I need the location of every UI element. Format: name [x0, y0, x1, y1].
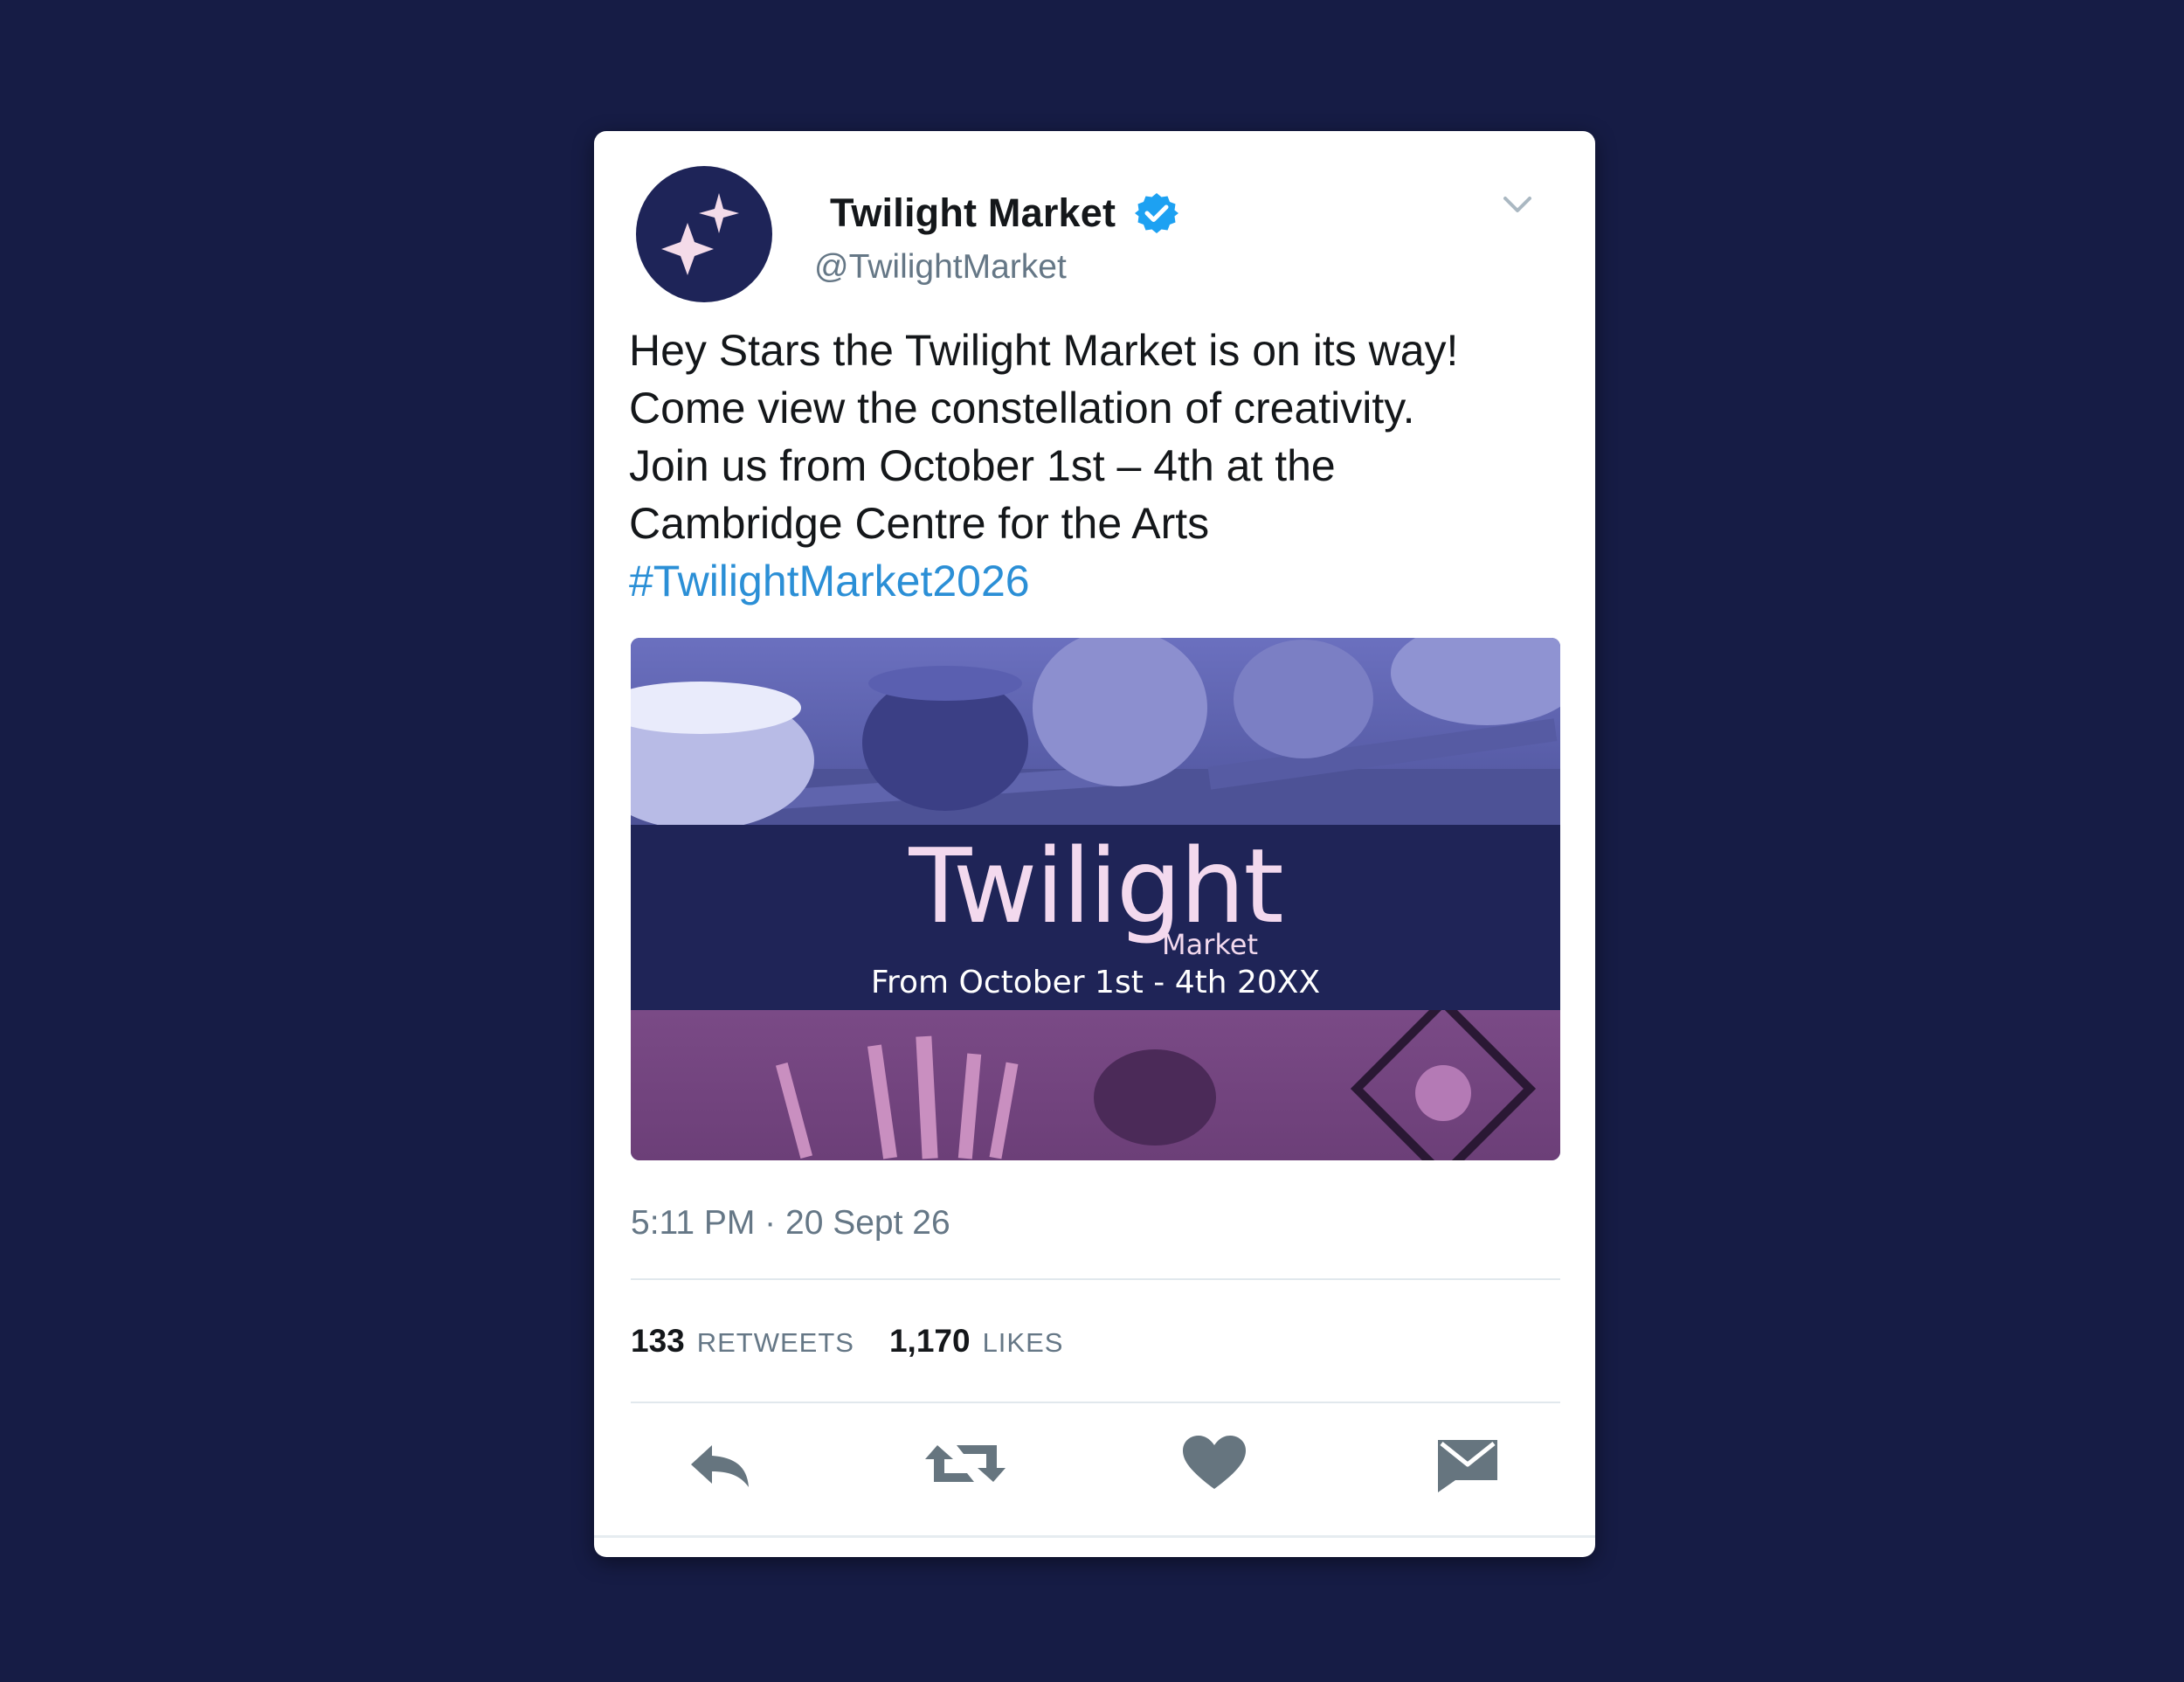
handle[interactable]: @TwilightMarket — [814, 248, 1067, 287]
chevron-down-icon[interactable] — [1498, 185, 1537, 224]
hashtag-link[interactable]: #TwilightMarket2026 — [629, 552, 1564, 610]
author-name-row: Twilight Market — [830, 190, 1179, 236]
tweet-timestamp[interactable]: 5:11 PM · 20 Sept 26 — [631, 1204, 950, 1242]
tweet-text-line: Join us from October 1st – 4th at the — [629, 441, 1336, 490]
heart-icon[interactable] — [1179, 1433, 1249, 1494]
logo-subtitle: Market — [1162, 928, 1258, 961]
display-name[interactable]: Twilight Market — [830, 190, 1116, 236]
like-count[interactable]: 1,170 — [889, 1323, 971, 1360]
tweet-card: Twilight Market @TwilightMarket Hey Star… — [594, 131, 1595, 1557]
retweet-icon[interactable] — [922, 1433, 1009, 1494]
card-bottom-border — [594, 1535, 1595, 1538]
pottery-illustration — [631, 638, 1560, 830]
divider — [631, 1402, 1560, 1403]
verified-badge-icon — [1135, 193, 1179, 233]
reply-icon[interactable] — [686, 1433, 756, 1494]
tweet-text-line: Come view the constellation of creativit… — [629, 384, 1415, 433]
like-label[interactable]: LIKES — [983, 1327, 1064, 1359]
sparkle-stars-icon — [661, 193, 739, 275]
avatar[interactable] — [636, 166, 772, 302]
engagement-stats: 133 RETWEETS 1,170 LIKES — [631, 1323, 1063, 1360]
tweet-media-image[interactable]: Twilight Market From October 1st - 4th 2… — [631, 638, 1560, 1160]
retweet-label[interactable]: RETWEETS — [697, 1327, 854, 1359]
tweet-text: Hey Stars the Twilight Market is on its … — [629, 322, 1564, 610]
action-bar — [594, 1433, 1595, 1503]
tweet-text-line: Hey Stars the Twilight Market is on its … — [629, 326, 1459, 375]
tweet-text-line: Cambridge Centre for the Arts — [629, 499, 1210, 548]
brushes-illustration — [776, 995, 1537, 1160]
retweet-count[interactable]: 133 — [631, 1323, 685, 1360]
media-photo-brushes — [631, 995, 1560, 1160]
logo-wordmark: Twilight — [909, 826, 1283, 946]
media-banner: Twilight Market From October 1st - 4th 2… — [631, 825, 1560, 1010]
media-photo-pottery — [631, 638, 1560, 830]
envelope-icon[interactable] — [1433, 1433, 1503, 1494]
divider — [631, 1278, 1560, 1280]
banner-date: From October 1st - 4th 20XX — [870, 965, 1321, 1000]
